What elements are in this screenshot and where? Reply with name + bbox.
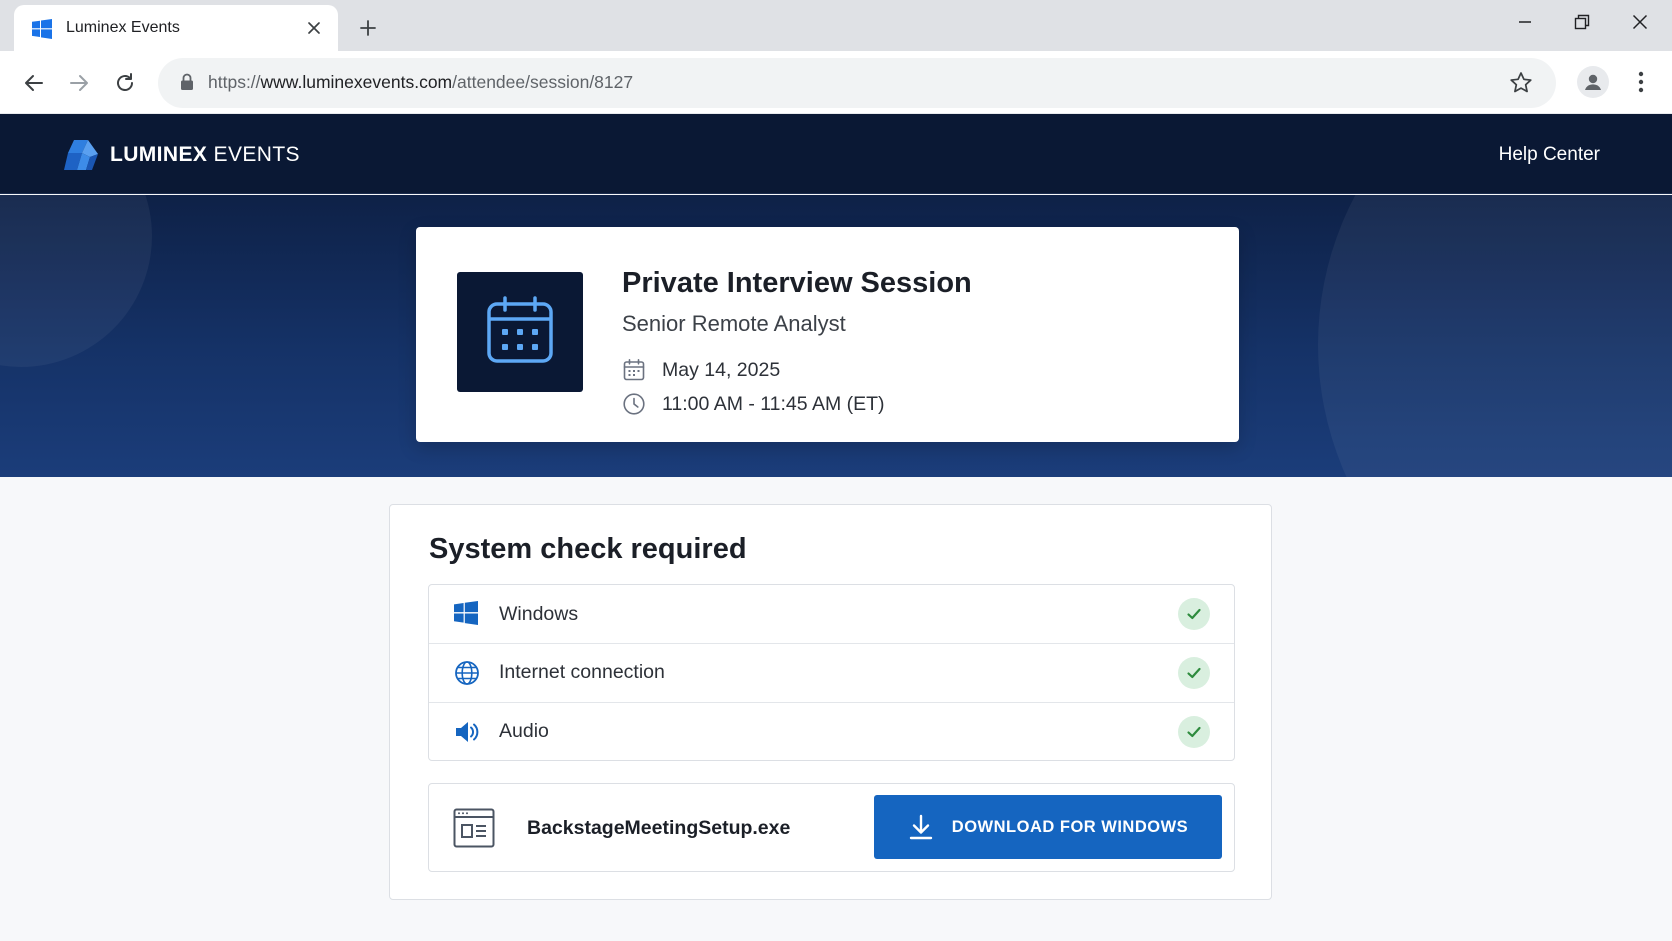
system-check-list: Windows Internet connection Audio: [428, 584, 1235, 761]
check-label: Audio: [499, 720, 549, 742]
brand[interactable]: LUMINEX EVENTS: [64, 138, 300, 172]
browser-tab-strip: Luminex Events: [0, 0, 1672, 51]
site-header: LUMINEX EVENTS Help Center: [0, 114, 1672, 194]
installer-file-icon: [453, 808, 495, 848]
session-card: Private Interview Session Senior Remote …: [416, 227, 1239, 442]
check-row-audio: Audio: [429, 702, 1234, 760]
decorative-circle: [1318, 195, 1672, 477]
close-window-icon[interactable]: [1620, 10, 1660, 34]
session-title: Private Interview Session: [622, 267, 972, 299]
browser-menu-icon[interactable]: [1628, 69, 1654, 95]
download-box: BackstageMeetingSetup.exe DOWNLOAD FOR W…: [428, 783, 1235, 872]
download-for-windows-button[interactable]: DOWNLOAD FOR WINDOWS: [874, 795, 1222, 859]
clock-icon: [622, 392, 646, 416]
check-row-internet: Internet connection: [429, 643, 1234, 701]
check-passed-icon: [1178, 715, 1210, 748]
session-time: 11:00 AM - 11:45 AM (ET): [662, 392, 885, 415]
system-check-panel: System check required Windows Internet c…: [389, 504, 1272, 900]
session-date: May 14, 2025: [662, 358, 781, 381]
lock-icon: [180, 73, 198, 93]
session-date-row: May 14, 2025: [622, 358, 780, 382]
check-label: Internet connection: [499, 661, 665, 683]
url-text: https://www.luminexevents.com/attendee/s…: [208, 72, 634, 92]
installer-file-name: BackstageMeetingSetup.exe: [527, 817, 791, 839]
address-bar[interactable]: https://www.luminexevents.com/attendee/s…: [158, 58, 1556, 108]
reload-icon[interactable]: [110, 68, 140, 98]
check-passed-icon: [1178, 598, 1210, 630]
forward-arrow-icon[interactable]: [64, 68, 94, 98]
bookmark-star-icon[interactable]: [1508, 70, 1534, 96]
browser-toolbar: https://www.luminexevents.com/attendee/s…: [0, 51, 1672, 114]
check-passed-icon: [1178, 656, 1210, 689]
check-row-windows: Windows: [429, 585, 1234, 643]
calendar-icon: [484, 294, 556, 371]
globe-icon: [454, 660, 480, 686]
browser-tab[interactable]: Luminex Events: [14, 5, 338, 51]
session-role: Senior Remote Analyst: [622, 311, 846, 336]
luminex-logo-icon: [64, 138, 100, 172]
check-label: Windows: [499, 602, 579, 625]
tab-title: Luminex Events: [66, 19, 180, 36]
tab-close-icon[interactable]: [302, 16, 326, 40]
calendar-small-icon: [622, 358, 646, 382]
brand-name: LUMINEX EVENTS: [110, 143, 300, 166]
session-time-row: 11:00 AM - 11:45 AM (ET): [622, 392, 885, 416]
restore-icon[interactable]: [1562, 10, 1602, 34]
windows-logo-icon: [32, 19, 52, 39]
speaker-icon: [454, 719, 480, 745]
download-icon: [908, 813, 934, 841]
new-tab-plus-icon[interactable]: [354, 14, 382, 42]
help-center-link[interactable]: Help Center: [1499, 144, 1600, 166]
download-button-label: DOWNLOAD FOR WINDOWS: [951, 817, 1189, 836]
back-arrow-icon[interactable]: [19, 68, 49, 98]
minimize-icon[interactable]: [1505, 10, 1545, 34]
decorative-circle: [0, 195, 152, 367]
panel-title: System check required: [429, 533, 747, 565]
profile-avatar-icon[interactable]: [1577, 66, 1609, 98]
windows-icon: [454, 601, 480, 627]
session-thumbnail: [457, 272, 583, 392]
